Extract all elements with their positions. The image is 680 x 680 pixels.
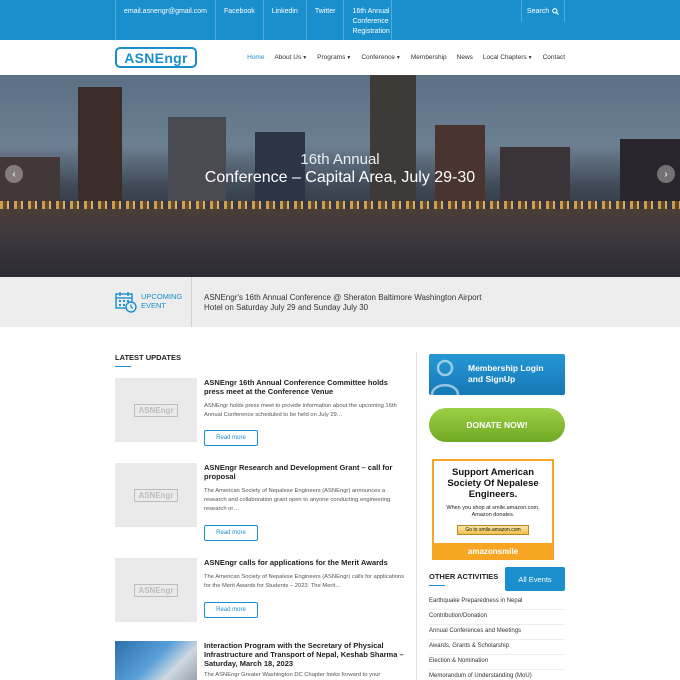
search-label: Search — [526, 7, 550, 15]
post-title[interactable]: ASNEngr calls for applications for the M… — [204, 558, 409, 567]
event-label: EVENT — [141, 301, 167, 310]
nav-local-chapters-label: Local Chapters — [482, 54, 527, 61]
heading-underline — [429, 585, 445, 586]
post-thumbnail[interactable]: ASNEngr — [115, 463, 197, 527]
post-thumbnail[interactable] — [115, 641, 197, 680]
post-item: Interaction Program with the Secretary o… — [115, 641, 405, 680]
post-title[interactable]: Interaction Program with the Secretary o… — [204, 641, 409, 668]
hero-subtitle: 16th Annual — [300, 151, 380, 168]
nav-programs-label: Programs — [317, 54, 346, 61]
all-events-button[interactable]: All Events — [505, 567, 565, 591]
main-nav: Home About Us▼ Programs▼ Conference▼ Mem… — [247, 40, 565, 75]
heading-underline — [115, 366, 131, 367]
nav-about-us[interactable]: About Us▼ — [274, 54, 307, 61]
calendar-icon — [115, 292, 137, 313]
donate-button[interactable]: DONATE NOW! — [429, 408, 565, 442]
nav-contact-label: Contact — [542, 54, 565, 61]
other-activity-link[interactable]: Election & Nomination — [429, 658, 565, 664]
event-text[interactable]: ASNEngr's 16th Annual Conference @ Shera… — [204, 293, 484, 313]
amazon-smile-banner[interactable]: Support American Society Of Nepalese Eng… — [432, 459, 554, 560]
facebook-link[interactable]: Facebook — [216, 0, 264, 40]
other-activity-link[interactable]: Awards, Grants & Scholarship — [429, 643, 565, 649]
search-button[interactable]: Search — [521, 0, 565, 22]
divider — [429, 609, 565, 610]
column-divider — [416, 352, 417, 680]
nav-membership-label: Membership — [410, 54, 447, 61]
thumbnail-logo: ASNEngr — [134, 488, 178, 502]
post-title[interactable]: ASNEngr 16th Annual Conference Committee… — [204, 378, 409, 396]
nav-about-label: About Us — [274, 54, 302, 61]
post-excerpt: ASNEngr holds press meet to provide info… — [204, 403, 397, 418]
other-activity-link[interactable]: Earthquake Preparedness in Nepal — [429, 598, 565, 604]
nav-membership[interactable]: Membership — [411, 54, 447, 61]
amazon-headline: Support American Society Of Nepalese Eng… — [447, 467, 539, 500]
registration-link[interactable]: 16th Annual Conference Registration — [344, 0, 393, 40]
post-excerpt: The American Society of Nepalese Enginee… — [204, 574, 405, 589]
read-more-button[interactable]: Read more — [204, 602, 258, 618]
chevron-left-icon[interactable]: ‹ — [5, 165, 23, 183]
harbor-water — [0, 209, 680, 277]
other-activity-link[interactable]: Contribution/Donation — [429, 613, 565, 619]
membership-label: Membership Login and SignUp — [468, 363, 544, 384]
amazon-subtext: When you shop at smile.amazon.com, Amazo… — [434, 505, 552, 519]
nav-home-label: Home — [247, 54, 265, 61]
thumbnail-logo: ASNEngr — [134, 583, 178, 597]
latest-updates-heading: LATEST UPDATES — [115, 353, 181, 362]
amazon-go-button[interactable]: Go to smile.amazon.com — [457, 525, 529, 535]
post-item: ASNEngr ASNEngr calls for applications f… — [115, 558, 405, 628]
post-thumbnail[interactable]: ASNEngr — [115, 558, 197, 622]
amazon-subtext-line1: When you shop at smile.amazon.com, — [446, 505, 540, 511]
read-more-button[interactable]: Read more — [204, 430, 258, 446]
membership-login-button[interactable]: Membership Login and SignUp — [429, 354, 565, 395]
search-icon — [552, 7, 559, 15]
divider — [429, 669, 565, 670]
nav-contact[interactable]: Contact — [543, 54, 565, 61]
twitter-link[interactable]: Twitter — [307, 0, 345, 40]
chevron-right-icon[interactable]: › — [657, 165, 675, 183]
chevron-down-icon: ▼ — [527, 55, 533, 61]
read-more-button[interactable]: Read more — [204, 525, 258, 541]
nav-local-chapters[interactable]: Local Chapters▼ — [483, 54, 533, 61]
post-excerpt: The ASNEngr Greater Washington DC Chapte… — [204, 672, 381, 678]
top-links: email.asnengr@gmail.com Facebook Linkedi… — [115, 0, 393, 40]
post-excerpt: The American Society of Nepalese Enginee… — [204, 488, 391, 512]
post-item: ASNEngr ASNEngr 16th Annual Conference C… — [115, 378, 405, 448]
upcoming-event-bar: UPCOMING EVENT ASNEngr's 16th Annual Con… — [0, 277, 680, 591]
amazon-smile-logo: amazonsmile — [434, 543, 552, 560]
other-activities-heading: OTHER ACTIVITIES — [429, 572, 499, 581]
divider — [429, 624, 565, 625]
nav-home[interactable]: Home — [247, 54, 264, 61]
site-header: ASNEngr Home About Us▼ Programs▼ Confere… — [0, 40, 680, 75]
hero-title: Conference – Capital Area, July 29-30 — [204, 169, 476, 186]
post-title[interactable]: ASNEngr Research and Development Grant –… — [204, 463, 409, 481]
other-activity-link[interactable]: Memorandum of Understanding (MoU) — [429, 673, 565, 679]
divider — [429, 654, 565, 655]
linkedin-link[interactable]: Linkedin — [264, 0, 307, 40]
nav-conference-label: Conference — [361, 54, 395, 61]
other-activity-link[interactable]: Annual Conferences and Meetings — [429, 628, 565, 634]
post-thumbnail[interactable]: ASNEngr — [115, 378, 197, 442]
upcoming-event-label: UPCOMING EVENT — [141, 292, 182, 310]
top-bar: email.asnengr@gmail.com Facebook Linkedi… — [0, 0, 680, 40]
site-logo[interactable]: ASNEngr — [115, 47, 197, 68]
skyline-building — [370, 75, 416, 217]
upcoming-label: UPCOMING — [141, 292, 183, 301]
thumbnail-logo: ASNEngr — [134, 403, 178, 417]
nav-programs[interactable]: Programs▼ — [317, 54, 351, 61]
divider — [429, 639, 565, 640]
nav-news-label: News — [456, 54, 473, 61]
divider — [191, 277, 192, 327]
hero-slider: 16th Annual Conference – Capital Area, J… — [0, 75, 680, 277]
amazon-subtext-line2: Amazon donates. — [471, 512, 515, 518]
chevron-down-icon: ▼ — [395, 55, 401, 61]
email-link[interactable]: email.asnengr@gmail.com — [115, 0, 216, 40]
nav-news[interactable]: News — [457, 54, 473, 61]
user-icon — [430, 359, 460, 395]
chevron-down-icon: ▼ — [346, 55, 352, 61]
chevron-down-icon: ▼ — [302, 55, 308, 61]
nav-conference[interactable]: Conference▼ — [361, 54, 401, 61]
post-item: ASNEngr ASNEngr Research and Development… — [115, 463, 405, 543]
